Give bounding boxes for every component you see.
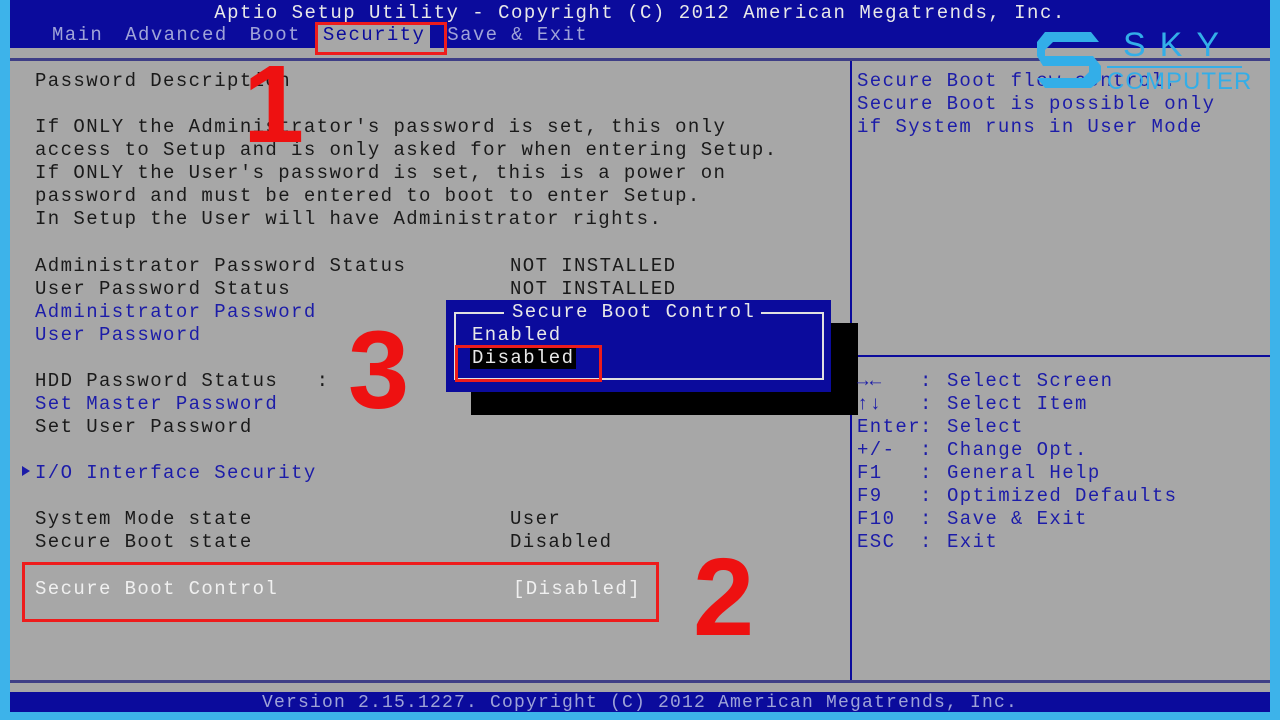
io-interface-security-item[interactable]: I/O Interface Security (35, 462, 317, 485)
key-separator: : (920, 485, 933, 507)
annotation-number-3: 3 (348, 309, 410, 432)
submenu-arrow-icon (22, 466, 30, 476)
tab-advanced[interactable]: Advanced (120, 24, 232, 48)
key-separator: : (920, 462, 933, 484)
key-description: Select Item (947, 393, 1088, 415)
annotation-box-security-tab (315, 22, 447, 55)
tab-main[interactable]: Main (47, 24, 108, 48)
description-line: If ONLY the User's password is set, this… (35, 162, 727, 184)
key-description: Change Opt. (947, 439, 1088, 461)
key-description: Select Screen (947, 370, 1114, 392)
secure-boot-state-label: Secure Boot state (35, 531, 253, 553)
annotation-number-1: 1 (243, 43, 305, 166)
option-enabled[interactable]: Enabled (472, 324, 562, 346)
help-line: if System runs in User Mode (857, 116, 1203, 138)
key-description: Select (947, 416, 1024, 438)
hdd-status-label: HDD Password Status : (35, 370, 330, 392)
key-name: F1 (857, 462, 883, 484)
annotation-box-disabled-option (455, 345, 602, 382)
divider (852, 355, 1270, 357)
set-user-password-item[interactable]: Set User Password (35, 416, 253, 439)
key-name: F10 (857, 508, 896, 530)
user-status-value: NOT INSTALLED (510, 278, 677, 300)
key-description: General Help (947, 462, 1101, 484)
logo-text: COMPUTER (1107, 68, 1253, 95)
description-line: In Setup the User will have Administrato… (35, 208, 663, 230)
admin-status-label: Administrator Password Status (35, 255, 407, 277)
system-mode-label: System Mode state (35, 508, 253, 530)
key-name: ESC (857, 531, 896, 553)
key-description: Exit (947, 531, 999, 553)
secure-boot-state-value: Disabled (510, 531, 613, 553)
key-separator: : (920, 393, 933, 415)
key-name: →← (857, 370, 883, 392)
logo-mark-icon (1037, 32, 1101, 88)
admin-password-item[interactable]: Administrator Password (35, 301, 317, 324)
footer: Version 2.15.1227. Copyright (C) 2012 Am… (10, 692, 1270, 713)
system-mode-value: User (510, 508, 562, 530)
popup-title: Secure Boot Control (506, 301, 762, 323)
key-description: Save & Exit (947, 508, 1088, 530)
key-separator: : (920, 370, 933, 392)
key-name: +/- (857, 439, 896, 461)
user-status-label: User Password Status (35, 278, 292, 300)
app-title: Aptio Setup Utility - Copyright (C) 2012… (214, 2, 1066, 24)
set-master-password-item[interactable]: Set Master Password (35, 393, 278, 416)
divider (10, 680, 1270, 683)
key-separator: : (920, 508, 933, 530)
key-name: ↑↓ (857, 393, 883, 415)
annotation-number-2: 2 (693, 536, 755, 659)
user-password-item[interactable]: User Password (35, 324, 201, 347)
sky-computer-logo: SKY COMPUTER (1035, 26, 1251, 98)
description-line: password and must be entered to boot to … (35, 185, 701, 207)
key-separator: : (920, 416, 933, 438)
key-name: Enter (857, 416, 922, 438)
logo-text: SKY (1123, 26, 1234, 64)
annotation-box-secure-boot-control (22, 562, 659, 622)
tab-save-exit[interactable]: Save & Exit (442, 24, 593, 48)
key-separator: : (920, 439, 933, 461)
key-separator: : (920, 531, 933, 553)
key-name: F9 (857, 485, 883, 507)
description-line: access to Setup and is only asked for wh… (35, 139, 778, 161)
description-line: If ONLY the Administrator's password is … (35, 116, 727, 138)
key-description: Optimized Defaults (947, 485, 1178, 507)
admin-status-value: NOT INSTALLED (510, 255, 677, 277)
